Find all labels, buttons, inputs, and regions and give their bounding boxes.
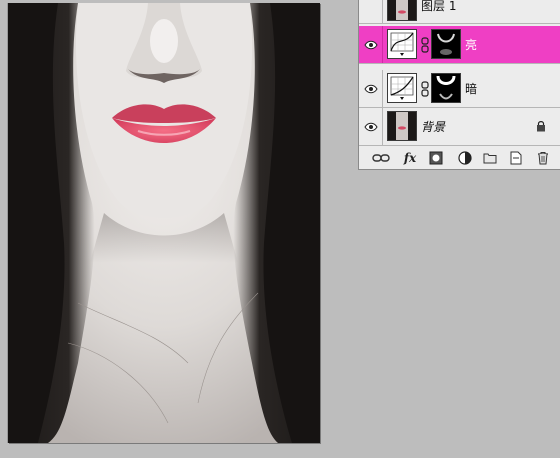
visibility-toggle[interactable] <box>359 108 383 145</box>
visibility-toggle[interactable] <box>359 26 383 63</box>
link-layers-icon <box>372 154 390 162</box>
layer-name: 亮 <box>465 38 478 52</box>
mask-thumbnail[interactable] <box>431 73 461 103</box>
new-layer-button[interactable] <box>508 150 524 166</box>
fx-icon: fx <box>403 151 417 165</box>
layer-row-background[interactable]: 背景 <box>359 108 560 146</box>
new-layer-icon <box>510 151 522 165</box>
delete-layer-button[interactable] <box>535 150 551 166</box>
curves-thumbnail <box>387 73 417 103</box>
eye-icon <box>363 84 378 93</box>
mask-thumbnail[interactable] <box>431 29 461 59</box>
lock-icon <box>537 121 545 132</box>
layer-name: 背景 <box>421 120 446 134</box>
adjustment-layer-icon <box>458 151 472 165</box>
layer-thumbnail <box>387 111 417 141</box>
fx-button[interactable]: fx <box>399 150 421 166</box>
adjustment-layer-button[interactable] <box>456 150 474 166</box>
layer-row-dark[interactable]: 暗 <box>359 70 560 108</box>
new-group-button[interactable] <box>482 150 498 166</box>
portrait-photo <box>8 3 320 443</box>
curves-icon <box>388 30 416 58</box>
curves-icon <box>388 74 416 102</box>
new-group-icon <box>483 153 497 164</box>
portrait-thumbnail-icon <box>388 112 416 140</box>
add-mask-icon <box>429 151 443 165</box>
portrait-thumbnail-icon <box>388 0 416 20</box>
visibility-toggle[interactable] <box>359 70 383 107</box>
layer-row-layer-1[interactable]: 图层 1 <box>359 0 560 24</box>
layer-name: 暗 <box>465 82 478 96</box>
eye-icon <box>363 40 378 49</box>
add-mask-button[interactable] <box>428 150 444 166</box>
trash-icon <box>538 152 548 165</box>
link-chain-icon[interactable] <box>421 37 429 53</box>
layer-row-bright[interactable]: 亮 <box>359 26 560 64</box>
layer-name: 图层 1 <box>421 0 457 13</box>
visibility-toggle[interactable] <box>359 0 383 23</box>
eye-icon <box>363 122 378 131</box>
link-layers-button[interactable] <box>371 150 391 166</box>
mask-icon <box>432 30 460 58</box>
link-chain-icon[interactable] <box>421 81 429 97</box>
document-canvas[interactable] <box>8 3 320 443</box>
layers-panel: 图层 1 亮 暗 背景 fx <box>358 0 560 170</box>
layers-footer-toolbar: fx <box>359 147 560 169</box>
layer-thumbnail <box>387 0 417 21</box>
mask-icon <box>432 74 460 102</box>
curves-thumbnail <box>387 29 417 59</box>
